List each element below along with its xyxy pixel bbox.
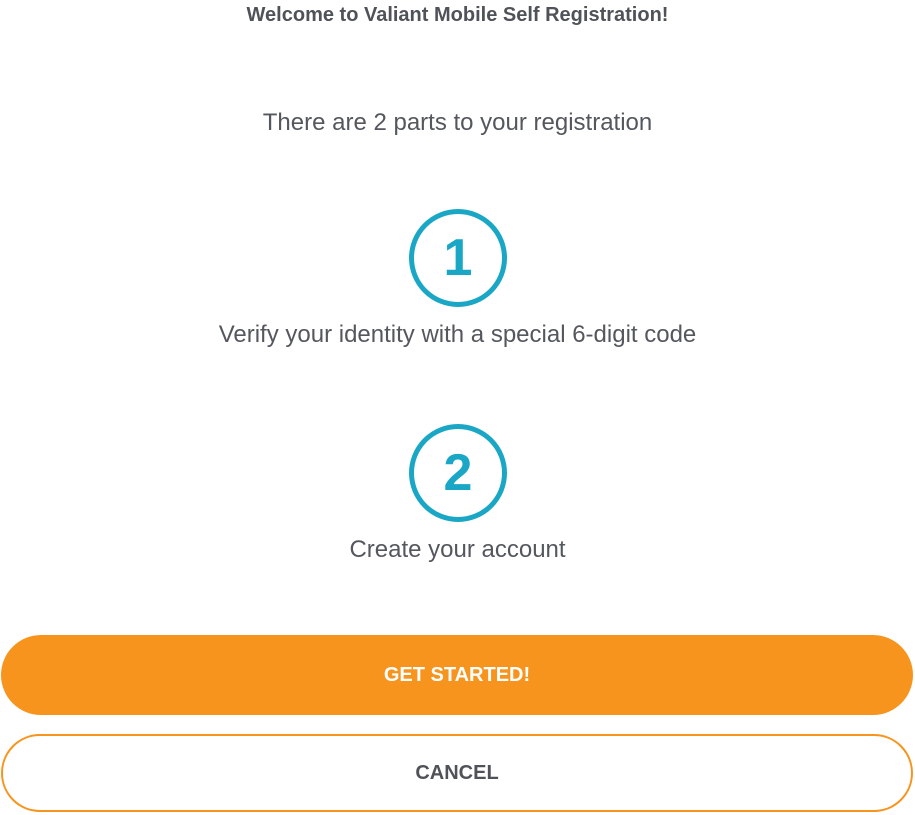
registration-subtitle: There are 2 parts to your registration: [262, 109, 653, 136]
get-started-button[interactable]: GET STARTED!: [1, 635, 913, 715]
step-1-number-icon: 1: [409, 209, 507, 307]
step-1-number: 1: [443, 229, 473, 287]
cancel-button-label: CANCEL: [415, 761, 499, 784]
step-2-number-icon: 2: [409, 424, 507, 522]
page-title: Welcome to Valiant Mobile Self Registrat…: [246, 4, 669, 26]
cancel-button[interactable]: CANCEL: [1, 734, 913, 812]
step-2-number: 2: [443, 444, 473, 502]
get-started-button-label: GET STARTED!: [383, 663, 531, 686]
step-1-label: Verify your identity with a special 6-di…: [218, 321, 697, 348]
step-2-label: Create your account: [349, 536, 566, 563]
